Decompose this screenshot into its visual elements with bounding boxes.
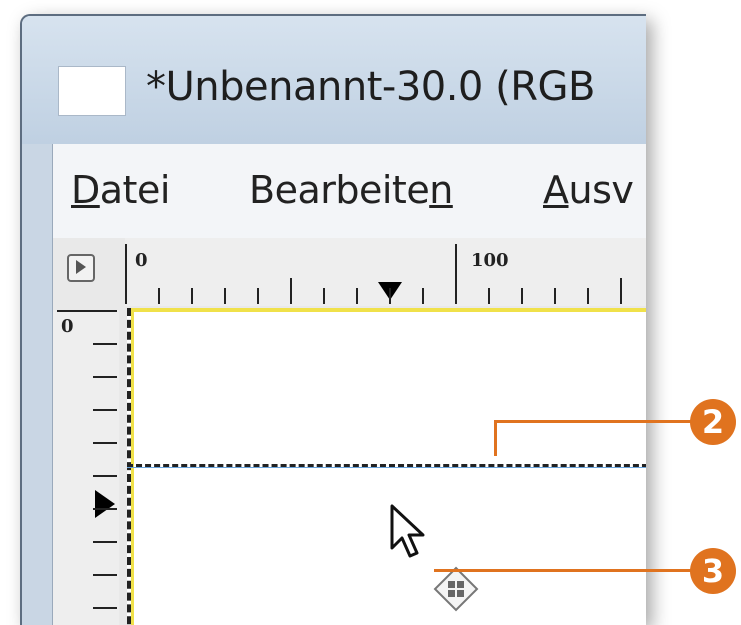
ruler-tick <box>620 278 622 304</box>
menu-select[interactable]: Ausv <box>543 168 634 212</box>
window-icon <box>58 66 126 116</box>
ruler-tick <box>521 288 523 304</box>
ruler-tick <box>191 288 193 304</box>
window-title: *Unbenannt-30.0 (RGB <box>146 64 595 110</box>
ruler-tick <box>455 244 457 304</box>
ruler-tick <box>158 288 160 304</box>
ruler-tick <box>422 288 424 304</box>
vruler-tick <box>93 508 117 510</box>
vruler-tick <box>93 409 117 411</box>
ruler-tick <box>290 278 292 304</box>
vruler-tick <box>93 475 117 477</box>
vruler-tick <box>57 310 117 312</box>
play-triangle-icon[interactable] <box>67 254 95 282</box>
title-bar: *Unbenannt-30.0 (RGB <box>22 16 646 144</box>
canvas-area: 0 100 0 <box>52 238 646 625</box>
image-canvas[interactable] <box>127 308 646 625</box>
menu-edit[interactable]: Bearbeiten <box>249 168 453 212</box>
selection-border-top <box>127 308 646 312</box>
vruler-position-marker <box>95 490 115 518</box>
ruler-tick <box>257 288 259 304</box>
horizontal-ruler[interactable]: 0 100 <box>125 238 646 306</box>
menu-file[interactable]: Datei <box>71 168 170 212</box>
ruler-tick <box>554 288 556 304</box>
callout-badge-2: 2 <box>690 399 736 445</box>
vruler-tick <box>93 541 117 543</box>
vruler-tick <box>93 607 117 609</box>
vruler-tick <box>93 376 117 378</box>
callout-2-line <box>494 420 692 423</box>
ruler-tick <box>389 288 391 304</box>
image-window: *Unbenannt-30.0 (RGB Datei Bearbeiten Au… <box>20 14 646 625</box>
ruler-label-100: 100 <box>471 250 509 271</box>
callout-3-line <box>434 569 692 572</box>
callout-badge-3: 3 <box>690 548 736 594</box>
vertical-ruler[interactable]: 0 <box>53 310 119 625</box>
ruler-tick <box>125 244 127 304</box>
callout-2-connector <box>494 420 497 456</box>
ruler-tick <box>224 288 226 304</box>
ruler-label-0: 0 <box>135 250 148 271</box>
menu-bar: Datei Bearbeiten Ausv <box>52 144 646 238</box>
ruler-tick <box>323 288 325 304</box>
ruler-tick <box>356 288 358 304</box>
move-cursor-icon <box>433 566 479 612</box>
horizontal-guide[interactable] <box>127 464 646 467</box>
vruler-label-0: 0 <box>61 316 74 337</box>
arrow-cursor-icon <box>390 504 425 558</box>
vruler-tick <box>93 343 117 345</box>
ruler-tick <box>587 288 589 304</box>
ruler-tick <box>488 288 490 304</box>
vruler-tick <box>93 574 117 576</box>
vruler-tick <box>93 442 117 444</box>
